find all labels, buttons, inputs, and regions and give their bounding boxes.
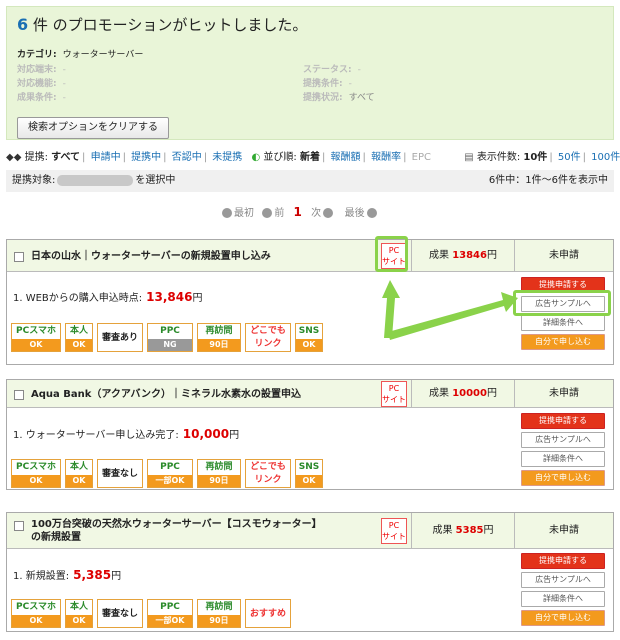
- promo-condition: 1. ウォーターサーバー申し込み完了: 10,000円: [13, 427, 240, 441]
- next-page-link[interactable]: 次: [311, 208, 321, 219]
- prev-page-icon: [262, 208, 273, 218]
- badge-ppc: PPC 一部OK: [147, 459, 193, 488]
- self-apply-button[interactable]: 自分で申し込む: [521, 610, 605, 626]
- field-status: ステータス: -: [303, 65, 361, 75]
- promo-checkbox[interactable]: [14, 521, 24, 531]
- target-bar: 提携対象: を選択中 6件中：1件〜6件を表示中: [6, 170, 614, 192]
- badge-review: 審査なし: [97, 459, 143, 488]
- ad-sample-button[interactable]: 広告サンプルへ: [521, 432, 605, 448]
- sort-epc: EPC: [411, 152, 431, 163]
- promo-card: 100万台突破の天然水ウォーターサーバー【コスモウォーター】 の新規設置 PC サイ…: [6, 512, 614, 632]
- last-page-link[interactable]: 最後: [345, 208, 365, 219]
- partner-icon: ◆◆: [6, 152, 22, 163]
- field-condition: 成果条件: -: [17, 93, 66, 103]
- list-icon: ▤: [464, 152, 474, 163]
- promo-title[interactable]: 日本の山水｜ウォーターサーバーの新規設置申し込み: [31, 250, 271, 263]
- pc-site-badge: PC サイト: [381, 381, 407, 407]
- badge-honnin: 本人 OK: [65, 599, 93, 628]
- ad-sample-button[interactable]: 広告サンプルへ: [521, 572, 605, 588]
- result-heading: 6 件 のプロモーションがヒットしました。: [17, 15, 308, 34]
- badge-pc-smartphone: PCスマホ OK: [11, 459, 61, 488]
- filter-partnered[interactable]: 提携中: [131, 148, 161, 163]
- detail-button[interactable]: 詳細条件へ: [521, 591, 605, 607]
- apply-button[interactable]: 提携申請する: [521, 413, 605, 429]
- sort-rate[interactable]: 報酬率: [371, 148, 401, 163]
- reward-cell: 成果 10000円: [411, 380, 515, 408]
- promo-card: Aqua Bank（アクアバンク）｜ミネラル水素水の設置申込 PC サイト 成果 …: [6, 379, 614, 490]
- promo-title[interactable]: 100万台突破の天然水ウォーターサーバー【コスモウォーター】 の新規設置: [31, 518, 322, 544]
- blurred-site-name: [57, 174, 134, 186]
- first-page-link[interactable]: 最初: [234, 208, 254, 219]
- reward-cell: 成果 13846円: [411, 240, 515, 272]
- pc-badge-highlight: [375, 236, 408, 272]
- field-device: 対応端末: -: [17, 65, 66, 75]
- first-page-icon: [222, 208, 232, 218]
- promo-condition: 1. 新規設置: 5,385円: [13, 568, 122, 582]
- current-page: 1: [293, 205, 302, 219]
- badge-ppc: PPC NG: [147, 323, 193, 352]
- badge-review: 審査あり: [97, 323, 143, 352]
- status-cell: 未申請: [549, 388, 579, 399]
- filter-all[interactable]: すべて: [51, 148, 80, 163]
- promo-checkbox[interactable]: [14, 252, 24, 262]
- badge-ppc: PPC 一部OK: [147, 599, 193, 628]
- display-10[interactable]: 10件: [523, 148, 547, 163]
- sort-reward[interactable]: 報酬額: [331, 148, 361, 163]
- promo-condition: 1. WEBからの購入申込時点: 13,846円: [13, 290, 203, 304]
- status-cell: 未申請: [549, 250, 579, 261]
- promo-title[interactable]: Aqua Bank（アクアバンク）｜ミネラル水素水の設置申込: [31, 388, 301, 401]
- pagination: 最初 前 1 次 最後: [220, 204, 379, 219]
- apply-button[interactable]: 提携申請する: [521, 553, 605, 569]
- sort-icon: ◐: [251, 152, 261, 163]
- reward-cell: 成果 5385円: [411, 513, 515, 549]
- promo-checkbox[interactable]: [14, 390, 24, 400]
- annotation-arrows: [382, 280, 518, 340]
- field-partner-condition: 提携条件: -: [303, 79, 352, 89]
- filter-not-partnered[interactable]: 未提携: [212, 148, 242, 163]
- filter-denied[interactable]: 否認中: [172, 148, 202, 163]
- filter-bar: ◆◆ 提携: すべて | 申請中 | 提携中 | 否認中 | 未提携 ◐ 並び順: 新着…: [6, 148, 620, 164]
- badge-honnin: 本人 OK: [65, 459, 93, 488]
- badge-recommended: おすすめ: [245, 599, 291, 628]
- badge-anywhere-link: どこでも リンク: [245, 323, 291, 352]
- field-partner-state: 提携状況: すべて: [303, 93, 375, 103]
- badge-pc-smartphone: PCスマホ OK: [11, 599, 61, 628]
- clear-options-button[interactable]: 検索オプションをクリアする: [17, 117, 169, 139]
- result-range: 6件中：1件〜6件を表示中: [488, 175, 608, 186]
- badge-anywhere-link: どこでも リンク: [245, 459, 291, 488]
- badge-review: 審査なし: [97, 599, 143, 628]
- prev-page-link[interactable]: 前: [274, 208, 284, 219]
- badge-revisit: 再訪問 90日: [197, 323, 241, 352]
- detail-button[interactable]: 詳細条件へ: [521, 451, 605, 467]
- next-page-icon: [323, 208, 334, 218]
- search-summary-panel: 6 件 のプロモーションがヒットしました。 カテゴリ: ウォーターサーバー 対応端…: [6, 6, 614, 140]
- last-page-icon: [366, 208, 377, 218]
- status-cell: 未申請: [549, 525, 579, 536]
- self-apply-button[interactable]: 自分で申し込む: [521, 470, 605, 486]
- badge-revisit: 再訪問 90日: [197, 599, 241, 628]
- badge-sns: SNS OK: [295, 459, 323, 488]
- field-feature: 対応機能: -: [17, 79, 66, 89]
- badge-revisit: 再訪問 90日: [197, 459, 241, 488]
- badge-honnin: 本人 OK: [65, 323, 93, 352]
- badge-sns: SNS OK: [295, 323, 323, 352]
- sort-new[interactable]: 新着: [300, 148, 320, 163]
- display-50[interactable]: 50件: [558, 148, 581, 163]
- badge-pc-smartphone: PCスマホ OK: [11, 323, 61, 352]
- pc-site-badge: PC サイト: [381, 518, 407, 544]
- field-category: カテゴリ: ウォーターサーバー: [17, 50, 144, 60]
- filter-applying[interactable]: 申請中: [91, 148, 121, 163]
- display-100[interactable]: 100件: [591, 148, 620, 163]
